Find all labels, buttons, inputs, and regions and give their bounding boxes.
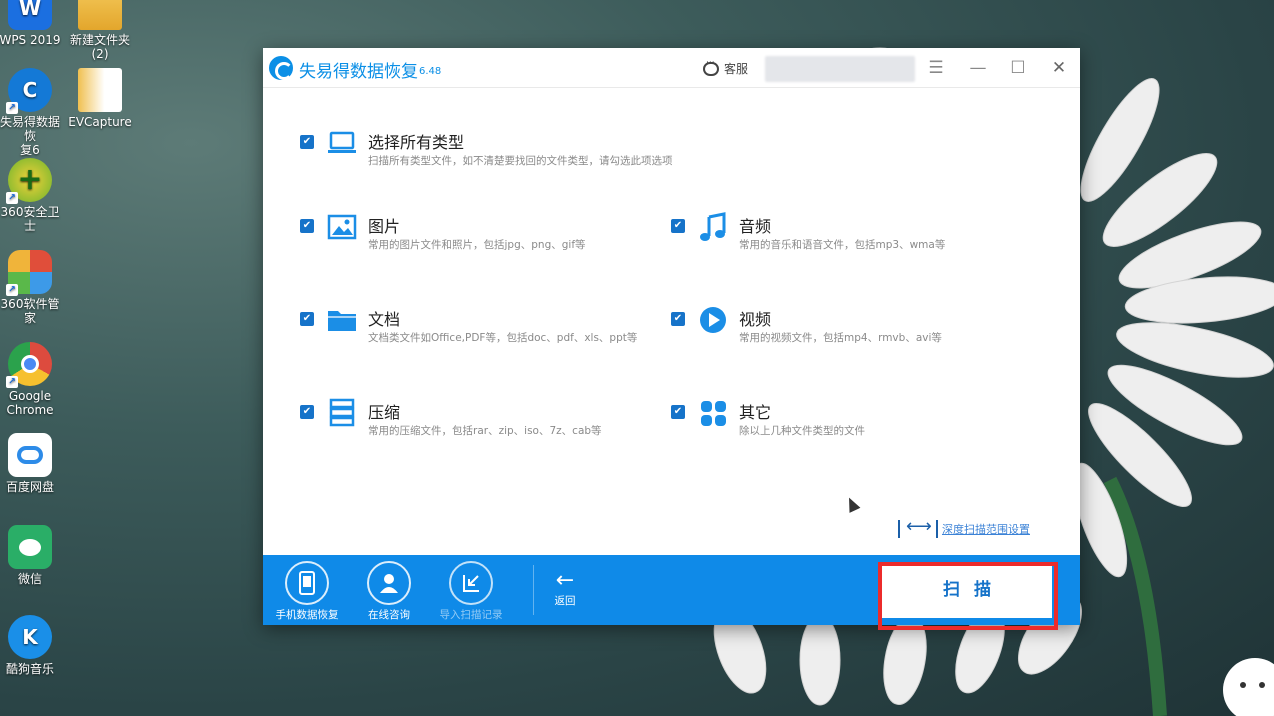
menu-button[interactable]: ☰ [925, 57, 947, 79]
toolbar-divider [533, 565, 534, 615]
music-note-icon [700, 212, 726, 241]
option-title: 图片 [368, 217, 401, 236]
desktop-icon-label: 360安全卫士 [0, 205, 60, 233]
desktop-icon-wps[interactable]: W WPS 2019 [0, 0, 65, 47]
recovery-app-window: 失易得数据恢复 6.48 客服 ☰ — ☐ ✕ ✔ 选择所有类型 扫描所有类型文… [263, 48, 1080, 625]
360-security-icon: + ↗ [6, 158, 52, 204]
title-bar: 失易得数据恢复 6.48 客服 ☰ — ☐ ✕ [263, 48, 1080, 88]
option-title: 音频 [739, 217, 772, 236]
option-title: 其它 [739, 403, 772, 422]
online-consult-button[interactable]: 在线咨询 [349, 561, 429, 622]
desktop-icon-360-software[interactable]: ↗ 360软件管家 [0, 250, 65, 325]
expand-arrows-icon [898, 516, 938, 538]
laptop-icon [328, 131, 356, 153]
option-desc: 常用的压缩文件，包括rar、zip、iso、7z、cab等 [368, 425, 602, 437]
option-desc: 除以上几种文件类型的文件 [739, 425, 865, 437]
desktop-icon-360-security[interactable]: + ↗ 360安全卫士 [0, 158, 65, 233]
customer-service-button[interactable]: 客服 [703, 58, 749, 77]
shortcut-arrow-icon: ↗ [6, 376, 18, 388]
option-title: 压缩 [368, 403, 401, 422]
wechat-icon [8, 525, 52, 569]
checkbox-documents[interactable]: ✔ [300, 312, 314, 326]
folder-icon [78, 0, 122, 30]
desktop-icon-label: 酷狗音乐 [5, 662, 54, 676]
option-title: 文档 [368, 310, 401, 329]
desktop-icon-label: Google Chrome [6, 389, 54, 417]
desktop-icon-label: EVCapture [68, 115, 132, 129]
evcapture-icon [78, 68, 122, 112]
maximize-button[interactable]: ☐ [1007, 57, 1029, 79]
desktop-icon-new-folder[interactable]: 新建文件夹 (2) [65, 0, 135, 61]
chrome-icon: ↗ [6, 342, 52, 388]
desktop-icon-chrome[interactable]: ↗ Google Chrome [0, 342, 65, 417]
wps-icon: W [8, 0, 52, 30]
desktop-icon-label: 微信 [17, 572, 42, 586]
baidu-netdisk-icon [8, 433, 52, 477]
desktop-icon-recovery[interactable]: C ↗ 失易得数据恢 复6 [0, 68, 65, 157]
back-button[interactable]: ← 返回 [543, 569, 587, 608]
minimize-button[interactable]: — [967, 57, 989, 79]
360-software-icon: ↗ [6, 250, 52, 296]
option-desc: 常用的音乐和语音文件，包括mp3、wma等 [739, 239, 946, 251]
desktop-icon-evcapture[interactable]: EVCapture [65, 68, 135, 129]
checkbox-archive[interactable]: ✔ [300, 405, 314, 419]
archive-icon [329, 398, 355, 427]
kugou-icon: K [8, 615, 52, 659]
app-logo-icon [269, 56, 293, 80]
checkbox-video[interactable]: ✔ [671, 312, 685, 326]
option-desc: 常用的视频文件，包括mp4、rmvb、avi等 [739, 332, 942, 344]
desktop-icon-label: 失易得数据恢 复6 [0, 115, 60, 157]
online-consult-label: 在线咨询 [368, 609, 410, 621]
checkbox-audio[interactable]: ✔ [671, 219, 685, 233]
shortcut-arrow-icon: ↗ [6, 102, 18, 114]
back-label: 返回 [554, 595, 576, 607]
deep-scan-settings-link[interactable]: 深度扫描范围设置 [898, 516, 1030, 538]
account-dropdown[interactable] [765, 56, 915, 82]
phone-icon [285, 561, 329, 605]
option-desc: 常用的图片文件和照片，包括jpg、png、gif等 [368, 239, 586, 251]
import-icon [449, 561, 493, 605]
desktop-icon-wechat[interactable]: 微信 [0, 525, 65, 586]
play-icon [700, 307, 726, 333]
desktop-icon-label: WPS 2019 [0, 33, 61, 47]
desktop-icon-kugou[interactable]: K 酷狗音乐 [0, 615, 65, 676]
recovery-app-icon: C ↗ [6, 68, 52, 114]
close-button[interactable]: ✕ [1048, 57, 1070, 79]
desktop-icon-label: 百度网盘 [5, 480, 54, 494]
phone-recovery-label: 手机数据恢复 [275, 609, 339, 621]
option-desc: 扫描所有类型文件，如不清楚要找回的文件类型，请勾选此项选项 [368, 155, 673, 167]
app-title: 失易得数据恢复 [299, 62, 418, 82]
folder-icon [328, 311, 356, 331]
checkbox-other[interactable]: ✔ [671, 405, 685, 419]
checkbox-pictures[interactable]: ✔ [300, 219, 314, 233]
checkbox-all-types[interactable]: ✔ [300, 135, 314, 149]
desktop-icon-label: 360软件管家 [0, 297, 60, 325]
app-version: 6.48 [419, 66, 442, 77]
phone-recovery-button[interactable]: 手机数据恢复 [267, 561, 347, 622]
scan-button-highlight-box [878, 562, 1058, 630]
option-title: 视频 [739, 310, 772, 329]
user-icon [367, 561, 411, 605]
desktop-icon-baidu-netdisk[interactable]: 百度网盘 [0, 433, 65, 494]
import-scan-record-label: 导入扫描记录 [439, 609, 503, 621]
arrow-left-icon: ← [555, 568, 575, 593]
option-title: 选择所有类型 [368, 133, 465, 152]
chat-bubble-icon [703, 58, 719, 76]
import-scan-record-button[interactable]: 导入扫描记录 [431, 561, 511, 622]
customer-service-label: 客服 [724, 62, 749, 76]
shortcut-arrow-icon: ↗ [6, 192, 18, 204]
deep-scan-settings-label: 深度扫描范围设置 [942, 523, 1030, 536]
shortcut-arrow-icon: ↗ [6, 284, 18, 296]
image-icon [327, 214, 357, 240]
grid-icon [701, 401, 726, 426]
desktop-icon-label: 新建文件夹 (2) [69, 33, 130, 61]
option-desc: 文档类文件如Office,PDF等，包括doc、pdf、xls、ppt等 [368, 332, 638, 344]
